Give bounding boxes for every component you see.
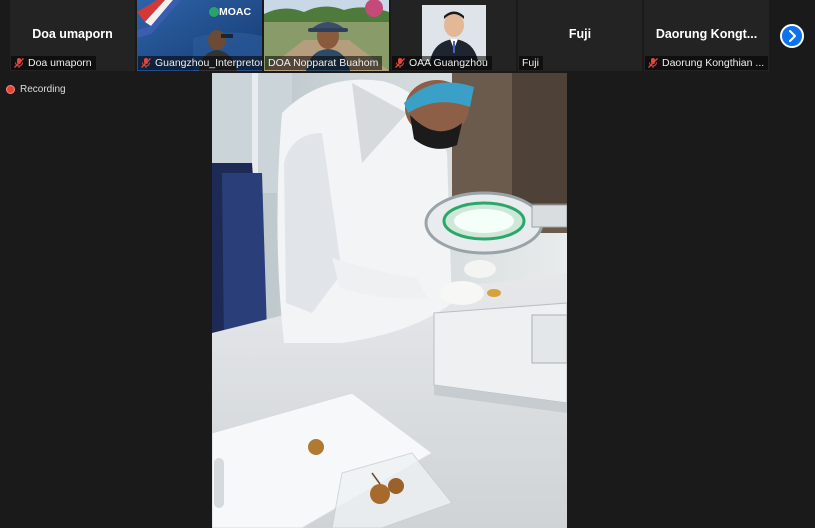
chevron-right-icon xyxy=(789,30,796,42)
record-dot-icon xyxy=(6,84,15,94)
participant-name: OAA Guangzhou xyxy=(409,57,488,69)
participant-label: Doa umaporn xyxy=(11,56,96,70)
mic-off-icon xyxy=(140,57,152,69)
participant-tile-doa-nopparat-buahom[interactable]: DOA Nopparat Buahom xyxy=(264,0,389,71)
mic-off-icon xyxy=(13,57,25,69)
participant-big-name: Fuji xyxy=(568,27,592,41)
participant-name: Doa umaporn xyxy=(28,57,92,69)
participant-name: DOA Nopparat Buahom xyxy=(268,57,379,69)
participant-label: OAA Guangzhou xyxy=(392,56,492,70)
participant-tile-oaa-guangzhou[interactable]: OAA Guangzhou xyxy=(391,0,516,71)
participant-strip: Doa umaporn Doa umaporn MOAC Guangzhou_I… xyxy=(0,0,815,72)
lab-scene xyxy=(212,73,567,528)
mic-off-icon xyxy=(394,57,406,69)
next-page-button[interactable] xyxy=(780,24,804,48)
participant-label: Fuji xyxy=(519,56,543,70)
participant-label: DOA Nopparat Buahom xyxy=(265,56,383,70)
participant-tile-fuji[interactable]: Fuji Fuji xyxy=(518,0,642,71)
recording-indicator[interactable]: Recording xyxy=(6,82,66,96)
participant-tile-guangzhou-interpretor[interactable]: MOAC Guangzhou_Interpretor xyxy=(137,0,262,71)
mic-off-icon xyxy=(647,57,659,69)
participant-big-name: Doa umaporn xyxy=(32,27,113,41)
profile-photo xyxy=(422,5,486,61)
participant-big-name: Daorung Kongt... xyxy=(655,27,758,41)
participant-name: Daorung Kongthian ... xyxy=(662,57,765,69)
participant-tile-daorung-kongthian[interactable]: Daorung Kongt... Daorung Kongthian ... xyxy=(644,0,769,71)
participant-label: Guangzhou_Interpretor xyxy=(138,56,262,70)
participant-label: Daorung Kongthian ... xyxy=(645,56,769,70)
participant-name: Guangzhou_Interpretor xyxy=(155,57,262,69)
active-speaker-video xyxy=(212,73,567,528)
recording-label: Recording xyxy=(20,83,66,95)
participant-tile-doa-umaporn[interactable]: Doa umaporn Doa umaporn xyxy=(10,0,135,71)
moac-logo-text: MOAC xyxy=(219,6,252,18)
participant-name: Fuji xyxy=(522,57,539,69)
